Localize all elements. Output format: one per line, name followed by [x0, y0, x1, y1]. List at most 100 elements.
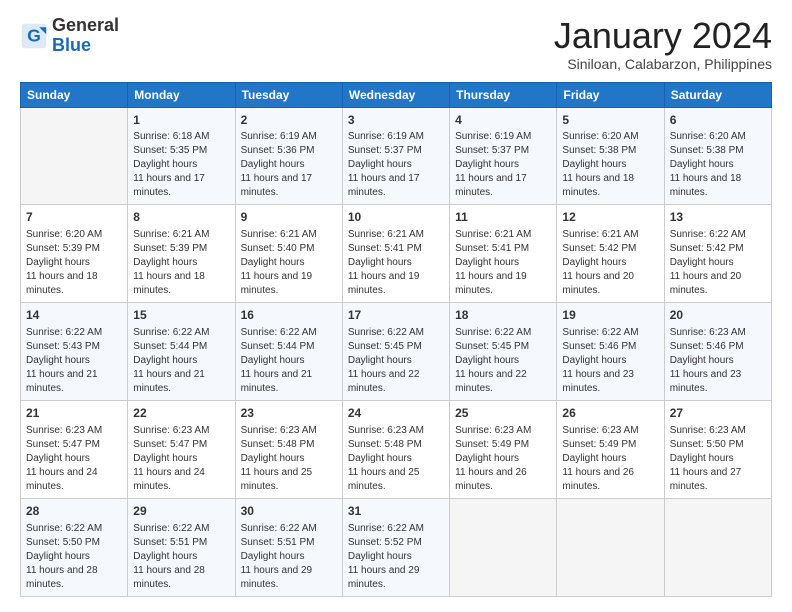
- sunset-text: Sunset: 5:50 PM: [26, 536, 122, 550]
- daylight-label: Daylight hours: [562, 452, 658, 466]
- weekday-header-thursday: Thursday: [450, 82, 557, 107]
- sunset-text: Sunset: 5:45 PM: [455, 340, 551, 354]
- sunset-text: Sunset: 5:51 PM: [241, 536, 337, 550]
- day-number: 21: [26, 405, 122, 422]
- sunset-text: Sunset: 5:41 PM: [455, 242, 551, 256]
- daylight-value: 11 hours and 26 minutes.: [455, 466, 551, 494]
- day-number: 9: [241, 209, 337, 226]
- calendar-cell: 15Sunrise: 6:22 AMSunset: 5:44 PMDayligh…: [128, 303, 235, 401]
- sunrise-text: Sunrise: 6:23 AM: [670, 326, 766, 340]
- daylight-label: Daylight hours: [241, 354, 337, 368]
- sunrise-text: Sunrise: 6:23 AM: [26, 424, 122, 438]
- weekday-header-tuesday: Tuesday: [235, 82, 342, 107]
- day-number: 25: [455, 405, 551, 422]
- daylight-label: Daylight hours: [241, 256, 337, 270]
- sunset-text: Sunset: 5:43 PM: [26, 340, 122, 354]
- sunset-text: Sunset: 5:37 PM: [348, 144, 444, 158]
- daylight-label: Daylight hours: [26, 354, 122, 368]
- sunset-text: Sunset: 5:38 PM: [562, 144, 658, 158]
- daylight-label: Daylight hours: [133, 158, 229, 172]
- logo-blue: Blue: [52, 35, 91, 55]
- daylight-value: 11 hours and 18 minutes.: [562, 172, 658, 200]
- sunrise-text: Sunrise: 6:23 AM: [562, 424, 658, 438]
- sunrise-text: Sunrise: 6:23 AM: [455, 424, 551, 438]
- daylight-label: Daylight hours: [26, 550, 122, 564]
- daylight-label: Daylight hours: [348, 354, 444, 368]
- daylight-value: 11 hours and 22 minutes.: [348, 368, 444, 396]
- sunset-text: Sunset: 5:47 PM: [26, 438, 122, 452]
- daylight-label: Daylight hours: [670, 158, 766, 172]
- sunrise-text: Sunrise: 6:23 AM: [241, 424, 337, 438]
- daylight-value: 11 hours and 24 minutes.: [26, 466, 122, 494]
- calendar-cell: 5Sunrise: 6:20 AMSunset: 5:38 PMDaylight…: [557, 107, 664, 205]
- calendar-cell: 27Sunrise: 6:23 AMSunset: 5:50 PMDayligh…: [664, 400, 771, 498]
- daylight-label: Daylight hours: [562, 256, 658, 270]
- sunset-text: Sunset: 5:49 PM: [562, 438, 658, 452]
- daylight-value: 11 hours and 17 minutes.: [133, 172, 229, 200]
- calendar-cell: 12Sunrise: 6:21 AMSunset: 5:42 PMDayligh…: [557, 205, 664, 303]
- daylight-value: 11 hours and 25 minutes.: [241, 466, 337, 494]
- sunrise-text: Sunrise: 6:22 AM: [26, 522, 122, 536]
- daylight-value: 11 hours and 17 minutes.: [348, 172, 444, 200]
- daylight-value: 11 hours and 18 minutes.: [670, 172, 766, 200]
- calendar-cell: 10Sunrise: 6:21 AMSunset: 5:41 PMDayligh…: [342, 205, 449, 303]
- logo-icon: G: [20, 22, 48, 50]
- day-number: 4: [455, 112, 551, 129]
- sunset-text: Sunset: 5:38 PM: [670, 144, 766, 158]
- daylight-label: Daylight hours: [241, 452, 337, 466]
- logo-text: General Blue: [52, 16, 119, 56]
- sunrise-text: Sunrise: 6:23 AM: [670, 424, 766, 438]
- day-number: 15: [133, 307, 229, 324]
- calendar-cell: 17Sunrise: 6:22 AMSunset: 5:45 PMDayligh…: [342, 303, 449, 401]
- day-number: 20: [670, 307, 766, 324]
- sunrise-text: Sunrise: 6:20 AM: [670, 130, 766, 144]
- day-number: 31: [348, 503, 444, 520]
- sunset-text: Sunset: 5:45 PM: [348, 340, 444, 354]
- calendar-cell: [664, 498, 771, 596]
- weekday-header-monday: Monday: [128, 82, 235, 107]
- calendar-cell: 20Sunrise: 6:23 AMSunset: 5:46 PMDayligh…: [664, 303, 771, 401]
- day-number: 6: [670, 112, 766, 129]
- daylight-value: 11 hours and 19 minutes.: [455, 270, 551, 298]
- sunrise-text: Sunrise: 6:21 AM: [133, 228, 229, 242]
- daylight-label: Daylight hours: [26, 256, 122, 270]
- daylight-label: Daylight hours: [562, 354, 658, 368]
- sunset-text: Sunset: 5:35 PM: [133, 144, 229, 158]
- day-number: 29: [133, 503, 229, 520]
- daylight-value: 11 hours and 28 minutes.: [26, 564, 122, 592]
- calendar-cell: 22Sunrise: 6:23 AMSunset: 5:47 PMDayligh…: [128, 400, 235, 498]
- sunset-text: Sunset: 5:47 PM: [133, 438, 229, 452]
- logo-general: General: [52, 15, 119, 35]
- sunrise-text: Sunrise: 6:21 AM: [455, 228, 551, 242]
- day-number: 3: [348, 112, 444, 129]
- calendar-cell: [450, 498, 557, 596]
- daylight-value: 11 hours and 22 minutes.: [455, 368, 551, 396]
- sunrise-text: Sunrise: 6:22 AM: [348, 522, 444, 536]
- day-number: 28: [26, 503, 122, 520]
- day-number: 12: [562, 209, 658, 226]
- daylight-value: 11 hours and 26 minutes.: [562, 466, 658, 494]
- day-number: 18: [455, 307, 551, 324]
- daylight-value: 11 hours and 20 minutes.: [670, 270, 766, 298]
- sunrise-text: Sunrise: 6:21 AM: [241, 228, 337, 242]
- day-number: 8: [133, 209, 229, 226]
- calendar-cell: 3Sunrise: 6:19 AMSunset: 5:37 PMDaylight…: [342, 107, 449, 205]
- daylight-label: Daylight hours: [670, 452, 766, 466]
- sunset-text: Sunset: 5:40 PM: [241, 242, 337, 256]
- sunrise-text: Sunrise: 6:22 AM: [133, 522, 229, 536]
- sunset-text: Sunset: 5:39 PM: [133, 242, 229, 256]
- daylight-label: Daylight hours: [670, 354, 766, 368]
- sunrise-text: Sunrise: 6:21 AM: [562, 228, 658, 242]
- calendar-week-4: 21Sunrise: 6:23 AMSunset: 5:47 PMDayligh…: [21, 400, 772, 498]
- sunset-text: Sunset: 5:36 PM: [241, 144, 337, 158]
- weekday-header-sunday: Sunday: [21, 82, 128, 107]
- daylight-label: Daylight hours: [455, 256, 551, 270]
- day-number: 13: [670, 209, 766, 226]
- sunset-text: Sunset: 5:51 PM: [133, 536, 229, 550]
- daylight-label: Daylight hours: [133, 550, 229, 564]
- daylight-value: 11 hours and 19 minutes.: [241, 270, 337, 298]
- daylight-value: 11 hours and 23 minutes.: [562, 368, 658, 396]
- calendar-table: SundayMondayTuesdayWednesdayThursdayFrid…: [20, 82, 772, 597]
- daylight-label: Daylight hours: [670, 256, 766, 270]
- daylight-label: Daylight hours: [348, 158, 444, 172]
